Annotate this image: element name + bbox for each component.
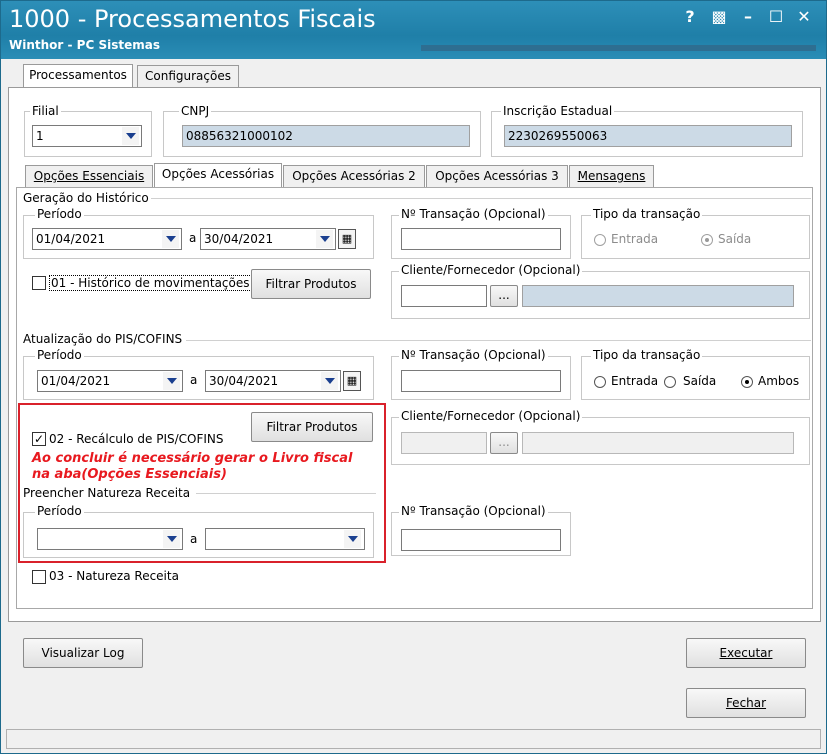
- pis-filtrar-button[interactable]: Filtrar Produtos: [251, 412, 373, 442]
- pis-cliente-search-button[interactable]: ...: [490, 432, 518, 454]
- chevron-down-icon[interactable]: [163, 372, 180, 390]
- historico-periodo-label: Período: [35, 207, 84, 221]
- natureza-periodo-label: Período: [35, 504, 84, 518]
- historico-cliente-code[interactable]: [401, 285, 487, 307]
- natureza-separator: [196, 493, 376, 494]
- pis-warning-text: Ao concluir é necessário gerar o Livro f…: [32, 451, 353, 482]
- historico-filtrar-button[interactable]: Filtrar Produtos: [251, 269, 371, 299]
- pis-radio-entrada[interactable]: [594, 376, 606, 388]
- visualizar-log-button[interactable]: Visualizar Log: [23, 638, 143, 668]
- maximize-icon[interactable]: ☐: [765, 7, 787, 26]
- historico-radio-entrada[interactable]: [594, 234, 606, 246]
- chevron-down-icon[interactable]: [344, 530, 361, 548]
- pis-ambos-label: Ambos: [758, 374, 800, 388]
- pis-date-from[interactable]: 01/04/2021: [37, 370, 183, 392]
- pis-ntrans-input[interactable]: [401, 370, 561, 392]
- pis-date-sep: a: [190, 373, 198, 387]
- pis-radio-ambos[interactable]: [741, 376, 753, 388]
- application-window: 1000 - Processamentos Fiscais Winthor - …: [0, 0, 827, 754]
- historico-cliente-name: [522, 285, 794, 307]
- pis-cliente-name: [522, 432, 794, 454]
- tab-opcoes-acessorias-2[interactable]: Opções Acessórias 2: [283, 165, 425, 187]
- pis-ntrans-label: Nº Transação (Opcional): [399, 348, 548, 362]
- chevron-down-icon[interactable]: [122, 127, 139, 145]
- natureza-check-label[interactable]: 03 - Natureza Receita: [49, 569, 179, 583]
- pis-radio-saida[interactable]: [664, 376, 676, 388]
- historico-date-from[interactable]: 01/04/2021: [32, 228, 182, 250]
- historico-cliente-label: Cliente/Fornecedor (Opcional): [399, 263, 583, 277]
- title-stripe: [421, 45, 816, 51]
- historico-tipo-label: Tipo da transação: [591, 207, 703, 221]
- close-icon[interactable]: ✕: [793, 7, 815, 26]
- title-bar[interactable]: 1000 - Processamentos Fiscais Winthor - …: [1, 1, 826, 59]
- chevron-down-icon[interactable]: [316, 230, 333, 248]
- executar-button[interactable]: Executar: [686, 638, 806, 668]
- restore-icon[interactable]: ▩: [708, 7, 730, 26]
- natureza-title: Preencher Natureza Receita: [21, 486, 193, 500]
- chevron-down-icon[interactable]: [163, 530, 180, 548]
- natureza-date-sep: a: [190, 532, 198, 546]
- historico-cliente-search-button[interactable]: ...: [490, 285, 518, 307]
- help-icon[interactable]: ?: [679, 7, 701, 26]
- historico-separator: [151, 198, 811, 199]
- tab-processamentos[interactable]: Processamentos: [23, 64, 133, 88]
- filial-value: 1: [36, 129, 44, 143]
- minimize-icon[interactable]: –: [737, 7, 759, 26]
- tab-configuracoes[interactable]: Configurações: [137, 65, 239, 87]
- calendar-icon[interactable]: ▦: [338, 229, 356, 249]
- historico-radio-saida[interactable]: [701, 234, 713, 246]
- historico-ntrans-input[interactable]: [401, 228, 561, 250]
- pis-cliente-label: Cliente/Fornecedor (Opcional): [399, 409, 583, 423]
- tab-opcoes-acessorias[interactable]: Opções Acessórias: [154, 163, 282, 187]
- natureza-date-from[interactable]: [37, 528, 183, 550]
- window-subtitle: Winthor - PC Sistemas: [9, 38, 160, 52]
- ie-label: Inscrição Estadual: [501, 104, 615, 118]
- cnpj-label: CNPJ: [179, 104, 212, 118]
- pis-tipo-label: Tipo da transação: [591, 348, 703, 362]
- pis-cliente-code[interactable]: [401, 432, 487, 454]
- historico-saida-label: Saída: [718, 232, 752, 246]
- historico-entrada-label: Entrada: [611, 232, 659, 246]
- natureza-ntrans-input[interactable]: [401, 529, 561, 551]
- pis-separator: [186, 340, 811, 341]
- chevron-down-icon[interactable]: [162, 230, 179, 248]
- pis-saida-label: Saída: [683, 374, 717, 388]
- chevron-down-icon[interactable]: [321, 372, 338, 390]
- pis-checkbox[interactable]: ✓: [32, 432, 46, 446]
- natureza-date-to[interactable]: [205, 528, 365, 550]
- pis-title: Atualização do PIS/COFINS: [21, 332, 185, 346]
- tab-opcoes-acessorias-3[interactable]: Opções Acessórias 3: [426, 165, 568, 187]
- calendar-icon[interactable]: ▦: [343, 371, 361, 391]
- natureza-ntrans-label: Nº Transação (Opcional): [399, 504, 548, 518]
- historico-checkbox[interactable]: [32, 276, 46, 290]
- tab-opcoes-essenciais[interactable]: Opções Essenciais: [25, 165, 153, 187]
- pis-check-label[interactable]: 02 - Recálculo de PIS/COFINS: [49, 432, 224, 446]
- historico-ntrans-label: Nº Transação (Opcional): [399, 207, 548, 221]
- window-title: 1000 - Processamentos Fiscais: [9, 5, 376, 33]
- historico-check-label[interactable]: 01 - Histórico de movimentações: [49, 275, 252, 291]
- ie-field[interactable]: 2230269550063: [504, 125, 792, 147]
- pis-entrada-label: Entrada: [611, 374, 659, 388]
- tab-mensagens[interactable]: Mensagens: [569, 165, 654, 187]
- status-bar: [6, 729, 821, 749]
- historico-title: Geração do Histórico: [21, 191, 151, 205]
- filial-label: Filial: [30, 104, 61, 118]
- pis-periodo-label: Período: [35, 348, 84, 362]
- natureza-checkbox[interactable]: [32, 570, 46, 584]
- cnpj-field[interactable]: 08856321000102: [182, 125, 470, 147]
- historico-date-sep: a: [189, 231, 197, 245]
- fechar-button[interactable]: Fechar: [686, 688, 806, 718]
